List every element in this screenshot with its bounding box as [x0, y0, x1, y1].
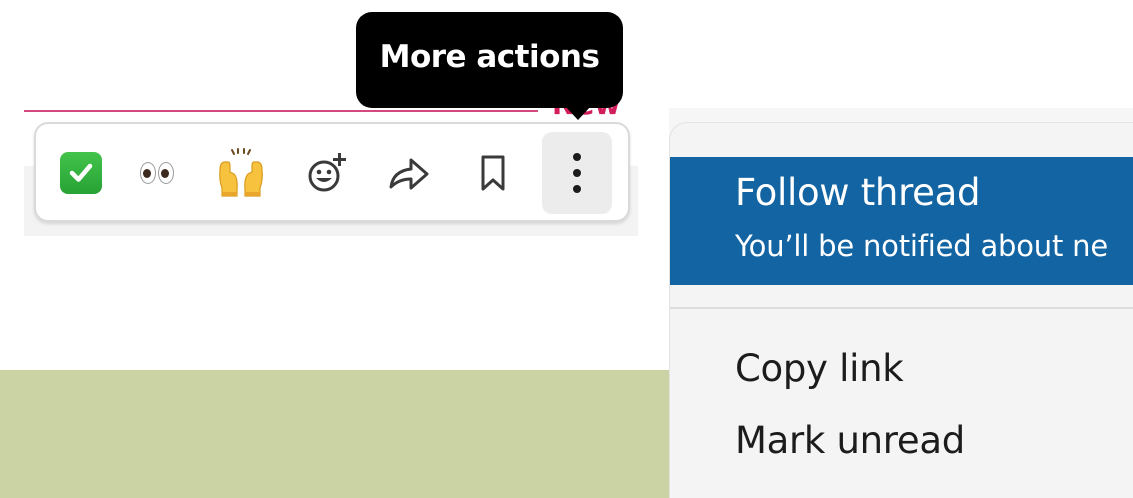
follow-thread-subtitle: You’ll be notified about ne: [735, 229, 1109, 263]
tooltip-arrow: [565, 106, 591, 120]
follow-thread-menu-item[interactable]: Follow thread You’ll be notified about n…: [670, 157, 1133, 285]
bookmark-icon: [481, 155, 505, 191]
follow-thread-title: Follow thread: [735, 171, 981, 214]
more-actions-tooltip: More actions: [356, 12, 623, 108]
raised-hands-emoji-icon: [219, 148, 263, 197]
mark-unread-menu-item[interactable]: Mark unread: [735, 419, 965, 462]
tooltip-text: More actions: [379, 39, 600, 75]
smiley-plus-icon: [308, 153, 346, 192]
share-arrow-icon: [389, 158, 429, 190]
background-panel: [0, 370, 669, 498]
check-mark-emoji-icon: [60, 152, 102, 194]
new-messages-divider-line: [24, 110, 538, 112]
forward-message-button[interactable]: [374, 132, 444, 214]
more-actions-menu: Follow thread You’ll be notified about n…: [669, 122, 1133, 498]
screenshot-stage: New More actions: [0, 0, 1133, 498]
menu-divider: [670, 307, 1133, 309]
eyes-emoji-icon: [140, 162, 174, 184]
add-reaction-button[interactable]: [292, 132, 362, 214]
vertical-ellipsis-icon: [573, 153, 581, 193]
message-actions-toolbar: [34, 122, 630, 222]
save-for-later-button[interactable]: [458, 132, 528, 214]
copy-link-menu-item[interactable]: Copy link: [735, 347, 904, 390]
eyes-reaction-button[interactable]: [122, 132, 192, 214]
more-actions-button[interactable]: [542, 132, 612, 214]
raised-hands-reaction-button[interactable]: [206, 132, 276, 214]
check-mark-reaction-button[interactable]: [46, 132, 116, 214]
